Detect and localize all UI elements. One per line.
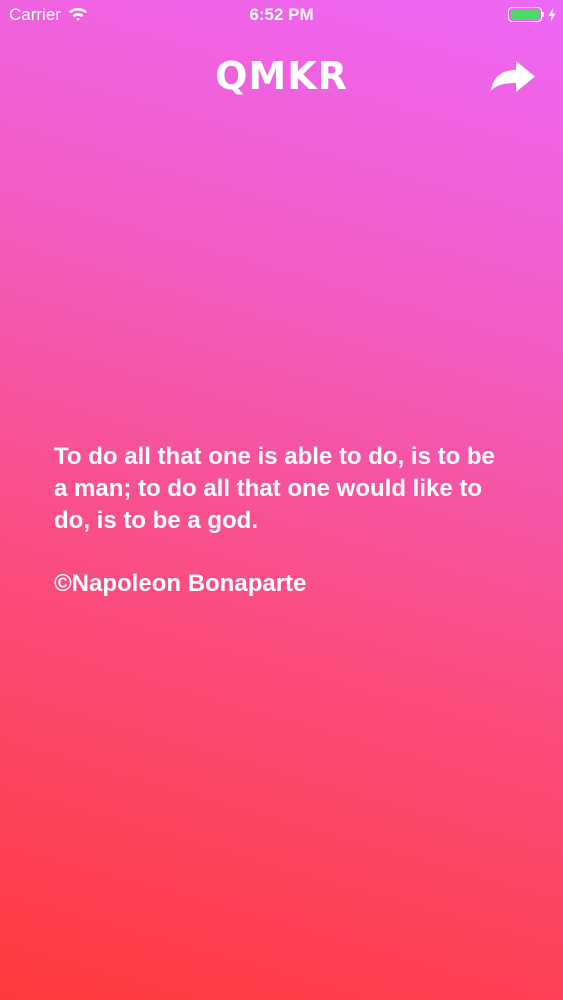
share-arrow-icon — [491, 61, 535, 92]
battery-icon — [508, 7, 542, 22]
battery-level — [510, 9, 540, 20]
status-time: 6:52 PM — [249, 5, 314, 24]
quote-screen: Carrier 6:52 PM QMKR To do all that one … — [0, 0, 563, 1000]
charging-bolt-icon — [548, 8, 556, 22]
quote-block: To do all that one is able to do, is to … — [54, 441, 514, 600]
status-bar: Carrier 6:52 PM — [0, 0, 563, 30]
battery-tip — [542, 12, 544, 17]
quote-author: ©Napoleon Bonaparte — [54, 570, 307, 597]
share-button[interactable] — [489, 58, 537, 96]
app-logo: QMKR — [215, 54, 348, 98]
quote-text: To do all that one is able to do, is to … — [54, 443, 495, 534]
